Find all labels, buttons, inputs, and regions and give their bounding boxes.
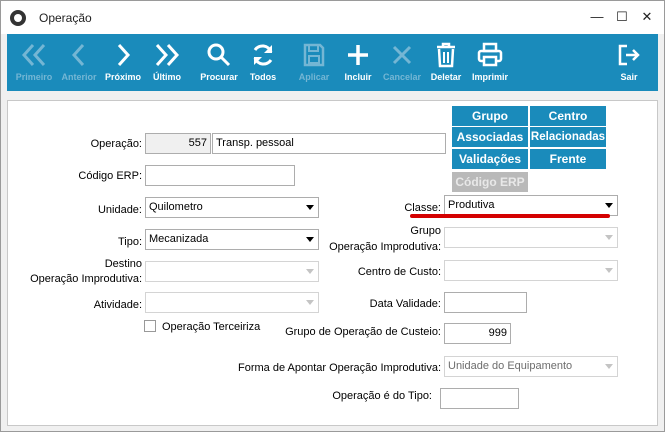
grupo-op-label-line2: Operação Improdutiva: bbox=[329, 241, 441, 253]
operacao-window: Operação — ☐ ✕ Primeiro Anterior Próximo… bbox=[0, 0, 665, 432]
close-button[interactable]: ✕ bbox=[637, 7, 657, 27]
next-button[interactable]: Próximo bbox=[101, 34, 145, 91]
previous-label: Anterior bbox=[61, 72, 97, 82]
search-label: Procurar bbox=[200, 72, 238, 82]
atividade-select[interactable] bbox=[145, 292, 319, 313]
forma-apontar-label: Forma de Apontar Operação Improdutiva: bbox=[238, 362, 441, 374]
add-label: Incluir bbox=[344, 72, 372, 82]
grupo-custeio-label: Grupo de Operação de Custeio: bbox=[285, 326, 441, 338]
terceirizada-label: Operação Terceiriza bbox=[162, 321, 261, 333]
chevron-down-icon bbox=[605, 268, 613, 273]
operacao-label: Operação: bbox=[90, 138, 142, 150]
associadas-button[interactable]: Associadas bbox=[452, 127, 528, 147]
delete-button[interactable]: Deletar bbox=[424, 34, 468, 91]
highlight-underline bbox=[410, 214, 610, 218]
codigo-erp-label: Código ERP: bbox=[78, 170, 142, 182]
centro-custo-select[interactable] bbox=[444, 260, 618, 281]
unidade-value: Quilometro bbox=[149, 201, 203, 213]
trash-icon bbox=[437, 42, 455, 68]
codigo-erp-field[interactable] bbox=[145, 165, 295, 186]
apply-button[interactable]: Aplicar bbox=[292, 34, 336, 91]
frente-button[interactable]: Frente bbox=[530, 149, 606, 169]
add-button[interactable]: Incluir bbox=[336, 34, 380, 91]
unidade-select[interactable]: Quilometro bbox=[145, 197, 319, 218]
all-button[interactable]: Todos bbox=[241, 34, 285, 91]
chevron-down-icon bbox=[306, 269, 314, 274]
cancel-button[interactable]: Cancelar bbox=[380, 34, 424, 91]
chevron-down-icon bbox=[605, 235, 613, 240]
tipo-select[interactable]: Mecanizada bbox=[145, 229, 319, 250]
minimize-button[interactable]: — bbox=[587, 7, 607, 27]
operacao-tipo-field[interactable] bbox=[440, 388, 519, 409]
first-label: Primeiro bbox=[15, 72, 53, 82]
tipo-value: Mecanizada bbox=[149, 233, 209, 245]
classe-value: Produtiva bbox=[448, 199, 495, 211]
search-button[interactable]: Procurar bbox=[197, 34, 241, 91]
close-icon bbox=[392, 45, 412, 65]
print-label: Imprimir bbox=[471, 72, 508, 82]
all-label: Todos bbox=[249, 72, 277, 82]
chevron-left-icon bbox=[71, 43, 85, 67]
first-button[interactable]: Primeiro bbox=[9, 34, 59, 91]
grupo-custeio-field[interactable]: 999 bbox=[444, 323, 511, 344]
tipo-label: Tipo: bbox=[117, 236, 142, 248]
classe-select[interactable]: Produtiva bbox=[444, 195, 618, 216]
unidade-label: Unidade: bbox=[97, 204, 142, 216]
destino-label-line2: Operação Improdutiva: bbox=[30, 273, 142, 285]
previous-button[interactable]: Anterior bbox=[57, 34, 101, 91]
form-panel: Operação: 557 Transp. pessoal Código ERP… bbox=[7, 100, 658, 426]
atividade-label: Atividade: bbox=[93, 299, 142, 311]
data-validade-field[interactable] bbox=[444, 292, 527, 313]
maximize-button[interactable]: ☐ bbox=[612, 7, 632, 27]
next-label: Próximo bbox=[104, 72, 141, 82]
refresh-icon bbox=[253, 44, 273, 66]
exit-label: Sair bbox=[620, 72, 638, 82]
validacoes-button[interactable]: Validações bbox=[452, 149, 528, 169]
grupo-button[interactable]: Grupo bbox=[452, 106, 528, 126]
chevron-right-icon bbox=[117, 43, 131, 67]
data-validade-label: Data Validade: bbox=[369, 298, 441, 310]
double-right-chevron-icon bbox=[155, 43, 180, 67]
relacionadas-button[interactable]: Relacionadas bbox=[530, 127, 606, 147]
codigo-erp-button[interactable]: Código ERP bbox=[452, 172, 528, 192]
printer-icon bbox=[477, 42, 503, 67]
last-label: Último bbox=[153, 72, 181, 82]
chevron-down-icon bbox=[306, 300, 314, 305]
save-icon bbox=[303, 43, 325, 67]
print-button[interactable]: Imprimir bbox=[466, 34, 514, 91]
grupo-op-label-line1: Grupo bbox=[410, 225, 441, 237]
toolbar: Primeiro Anterior Próximo Último Procura… bbox=[7, 34, 658, 91]
window-title: Operação bbox=[39, 11, 92, 25]
centro-button[interactable]: Centro bbox=[530, 106, 606, 126]
destino-select[interactable] bbox=[145, 261, 319, 282]
operacao-name-field[interactable]: Transp. pessoal bbox=[212, 133, 446, 154]
operacao-code-field[interactable]: 557 bbox=[145, 133, 211, 154]
forma-apontar-select[interactable]: Unidade do Equipamento bbox=[444, 356, 618, 377]
app-icon bbox=[10, 10, 26, 26]
centro-custo-label: Centro de Custo: bbox=[357, 266, 441, 278]
forma-apontar-value: Unidade do Equipamento bbox=[448, 360, 573, 372]
cancel-label: Cancelar bbox=[382, 72, 422, 82]
delete-label: Deletar bbox=[430, 72, 462, 82]
chevron-down-icon bbox=[605, 364, 613, 369]
chevron-down-icon bbox=[306, 205, 314, 210]
search-icon bbox=[207, 43, 231, 67]
operacao-tipo-label: Operação é do Tipo: bbox=[332, 390, 432, 402]
title-bar: Operação — ☐ ✕ bbox=[1, 1, 664, 34]
exit-button[interactable]: Sair bbox=[609, 34, 649, 91]
last-button[interactable]: Último bbox=[145, 34, 189, 91]
apply-label: Aplicar bbox=[298, 72, 330, 82]
destino-label-line1: Destino bbox=[104, 258, 142, 270]
terceirizada-checkbox[interactable] bbox=[144, 320, 156, 332]
grupo-op-select[interactable] bbox=[444, 227, 618, 248]
exit-icon bbox=[618, 44, 640, 66]
chevron-down-icon bbox=[605, 203, 613, 208]
double-left-chevron-icon bbox=[21, 43, 46, 67]
plus-icon bbox=[348, 45, 368, 65]
chevron-down-icon bbox=[306, 237, 314, 242]
